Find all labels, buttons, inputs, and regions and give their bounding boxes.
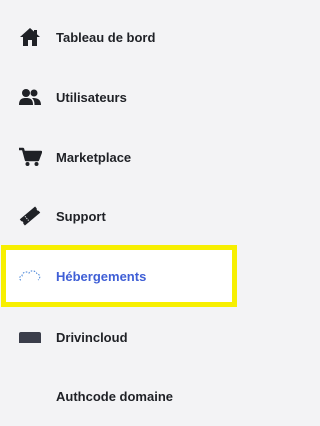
sidebar-item-label: Tableau de bord <box>56 29 156 45</box>
home-icon <box>18 26 42 48</box>
sidebar-item-authcode[interactable]: Authcode domaine <box>0 374 240 418</box>
sidebar-item-drivincloud[interactable]: Drivincloud <box>0 315 240 359</box>
sidebar: Tableau de bord Utilisateurs Marketplace <box>0 0 240 426</box>
sidebar-item-label: Authcode domaine <box>56 388 174 404</box>
sidebar-item-support[interactable]: Support <box>0 194 240 238</box>
sidebar-item-label: Hébergements <box>56 268 147 284</box>
sidebar-item-label: Marketplace <box>56 149 132 165</box>
drive-icon <box>18 326 42 348</box>
sidebar-item-marketplace[interactable]: Marketplace <box>0 135 240 179</box>
sidebar-item-label: Support <box>56 208 106 224</box>
sidebar-item-label: Utilisateurs <box>56 89 127 105</box>
sidebar-item-label: Drivincloud <box>56 329 128 345</box>
ticket-icon <box>18 205 42 227</box>
sidebar-item-dashboard[interactable]: Tableau de bord <box>0 15 240 59</box>
sidebar-item-hosting[interactable]: Hébergements <box>0 254 240 298</box>
sidebar-item-users[interactable]: Utilisateurs <box>0 75 240 119</box>
users-icon <box>18 86 42 108</box>
cloud-icon <box>18 265 42 287</box>
cart-icon <box>18 146 42 168</box>
